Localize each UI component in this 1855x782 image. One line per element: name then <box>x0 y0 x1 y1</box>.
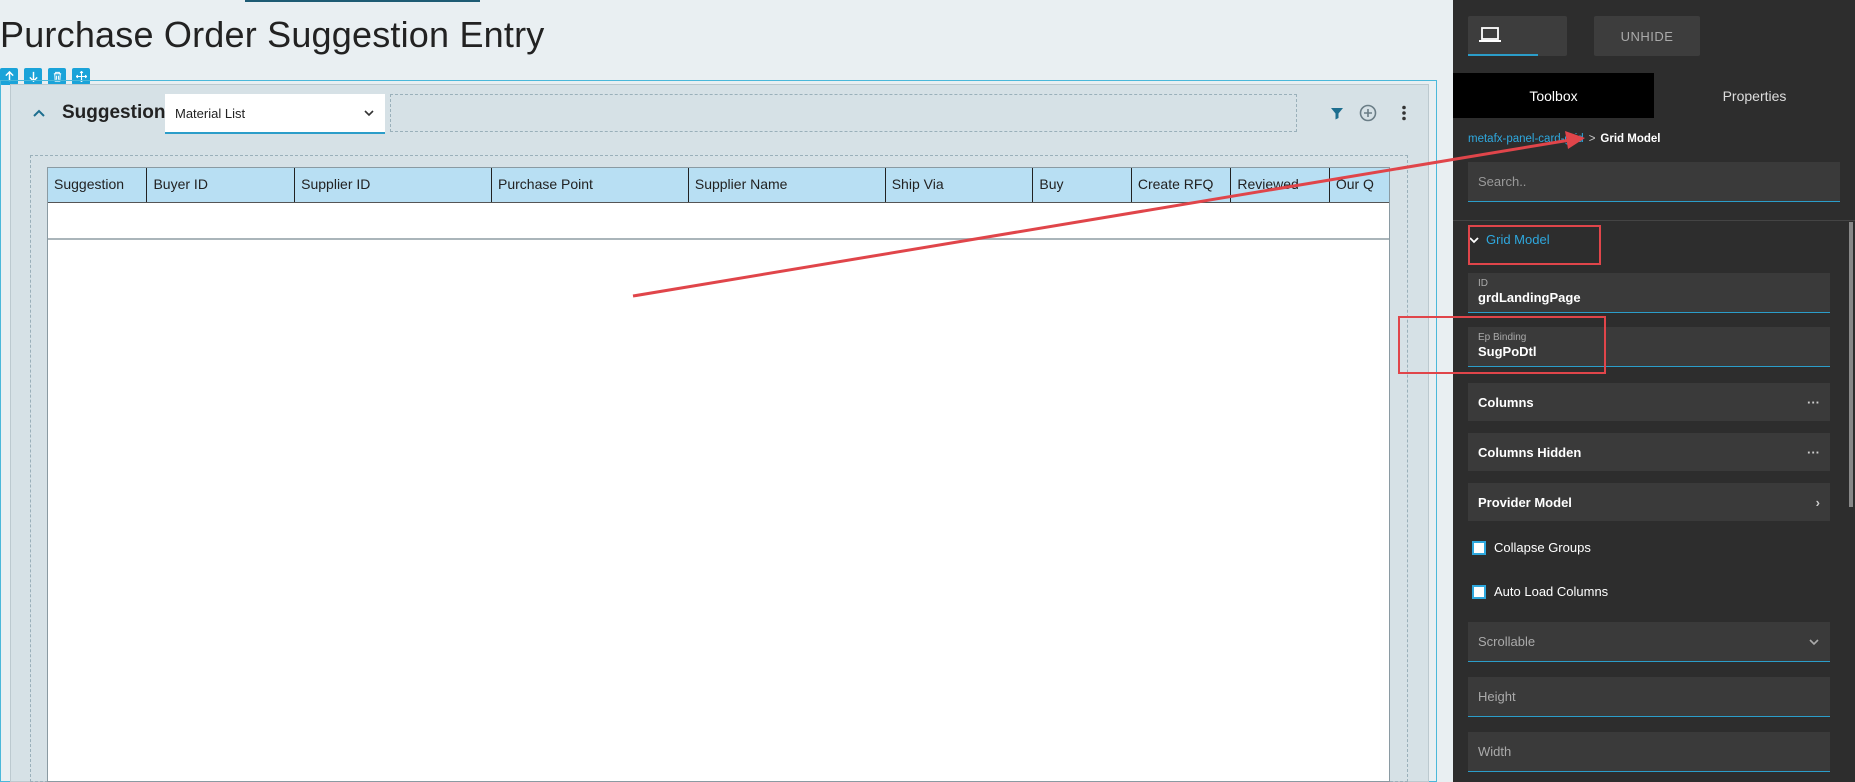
device-button-underline <box>1468 54 1538 56</box>
properties-panel: UNHIDE Toolbox Properties metafx-panel-c… <box>1453 0 1855 782</box>
add-circle-icon[interactable] <box>1358 103 1378 123</box>
more-vertical-icon[interactable] <box>1395 104 1413 122</box>
breadcrumb-current: Grid Model <box>1600 133 1661 145</box>
device-preview-button[interactable] <box>1468 16 1567 56</box>
collapse-groups-label: Collapse Groups <box>1494 540 1591 555</box>
grid-empty-row <box>48 207 1389 240</box>
columns-label: Columns <box>1478 394 1534 410</box>
collapse-button[interactable] <box>30 104 48 122</box>
ep-binding-field[interactable]: Ep Binding SugPoDtl <box>1468 327 1830 367</box>
id-field-value: grdLandingPage <box>1478 290 1581 305</box>
laptop-icon <box>1479 27 1501 42</box>
chevron-up-icon <box>33 109 45 117</box>
id-field[interactable]: ID grdLandingPage <box>1468 273 1830 313</box>
section-title: Grid Model <box>1486 232 1550 247</box>
panel-tabs: Toolbox Properties <box>1453 73 1855 118</box>
ep-binding-value: SugPoDtl <box>1478 344 1537 359</box>
unhide-button[interactable]: UNHIDE <box>1594 16 1700 56</box>
active-tab-indicator <box>245 0 480 2</box>
divider <box>1453 220 1855 221</box>
properties-scrollbar[interactable] <box>1849 222 1853 507</box>
ellipsis-icon[interactable]: ··· <box>1807 445 1820 460</box>
width-input[interactable]: Width <box>1468 732 1830 772</box>
columns-hidden-editor[interactable]: Columns Hidden ··· <box>1468 433 1830 471</box>
grid-header: Suggestion Buyer ID Supplier ID Purchase… <box>48 168 1389 203</box>
panel-header: Suggestions Material List <box>10 84 1429 144</box>
chevron-right-icon: › <box>1815 494 1820 510</box>
view-select-value: Material List <box>175 105 246 121</box>
column-header[interactable]: Create RFQ <box>1132 168 1232 202</box>
column-header[interactable]: Ship Via <box>886 168 1034 202</box>
tab-toolbox[interactable]: Toolbox <box>1453 73 1654 118</box>
columns-hidden-label: Columns Hidden <box>1478 444 1582 460</box>
property-search-input[interactable]: Search.. <box>1468 162 1840 202</box>
column-header[interactable]: Suggestion <box>48 168 148 202</box>
breadcrumb-link[interactable]: metafx-panel-card-grid <box>1468 133 1584 145</box>
collapse-groups-checkbox[interactable] <box>1472 540 1486 555</box>
height-input[interactable]: Height <box>1468 677 1830 717</box>
breadcrumb: metafx-panel-card-grid > Grid Model <box>1468 133 1660 145</box>
ep-binding-label: Ep Binding <box>1478 332 1527 343</box>
page-title: Purchase Order Suggestion Entry <box>0 14 545 55</box>
scrollable-select[interactable]: Scrollable <box>1468 622 1830 662</box>
scrollable-label: Scrollable <box>1478 634 1536 649</box>
header-drop-zone[interactable] <box>390 94 1297 132</box>
column-header[interactable]: Purchase Point <box>492 168 689 202</box>
column-header[interactable]: Supplier Name <box>689 168 886 202</box>
column-header[interactable]: Our Q <box>1330 168 1389 202</box>
column-header[interactable]: Buyer ID <box>147 168 296 202</box>
panel-title: Suggestions <box>62 102 177 123</box>
collapse-groups-option[interactable]: Collapse Groups <box>1472 540 1591 555</box>
column-header[interactable]: Supplier ID <box>295 168 492 202</box>
auto-load-columns-checkbox[interactable] <box>1472 584 1486 599</box>
chevron-down-icon <box>364 110 374 117</box>
section-grid-model-toggle[interactable]: Grid Model <box>1468 232 1550 247</box>
column-header[interactable]: Reviewed <box>1231 168 1330 202</box>
width-label: Width <box>1478 744 1512 759</box>
chevron-down-icon <box>1809 638 1819 645</box>
view-select[interactable]: Material List <box>165 94 385 134</box>
designer-canvas: Purchase Order Suggestion Entry Suggesti… <box>0 0 1453 782</box>
filter-icon[interactable] <box>1328 104 1346 122</box>
id-field-label: ID <box>1478 278 1488 289</box>
height-label: Height <box>1478 689 1516 704</box>
chevron-down-icon <box>1469 236 1479 243</box>
breadcrumb-separator: > <box>1588 133 1596 145</box>
columns-editor[interactable]: Columns ··· <box>1468 383 1830 421</box>
tab-properties[interactable]: Properties <box>1654 73 1855 118</box>
column-header[interactable]: Buy <box>1033 168 1132 202</box>
auto-load-columns-label: Auto Load Columns <box>1494 584 1609 599</box>
data-grid: Suggestion Buyer ID Supplier ID Purchase… <box>47 167 1390 782</box>
auto-load-columns-option[interactable]: Auto Load Columns <box>1472 584 1608 599</box>
provider-model-editor[interactable]: Provider Model › <box>1468 483 1830 521</box>
ellipsis-icon[interactable]: ··· <box>1807 395 1820 410</box>
provider-model-label: Provider Model <box>1478 494 1572 510</box>
